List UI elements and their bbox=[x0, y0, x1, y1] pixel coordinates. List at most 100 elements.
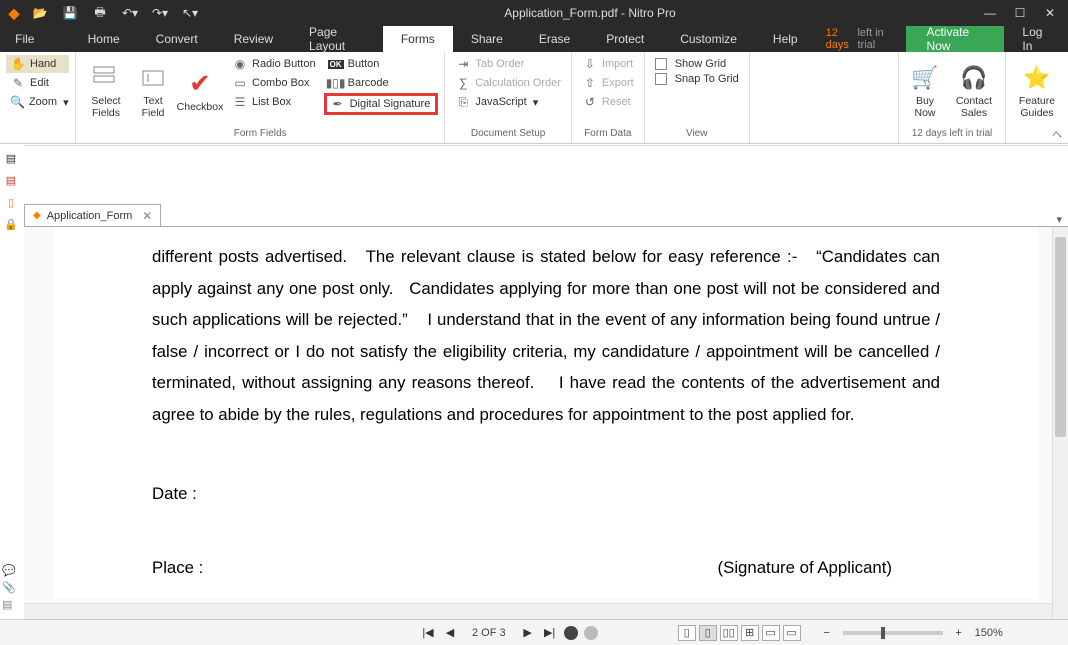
pdf-icon: ◆ bbox=[33, 210, 41, 221]
activate-button[interactable]: Activate Now bbox=[906, 26, 1004, 52]
view-width-button[interactable]: ▭ bbox=[783, 625, 801, 641]
trial-label: 12 days left in trial bbox=[905, 126, 999, 143]
text-field-button[interactable]: Text Field bbox=[134, 55, 172, 126]
snap-grid-check[interactable]: Snap To Grid bbox=[651, 72, 743, 86]
zoom-in-button[interactable]: + bbox=[951, 625, 967, 641]
reset-button: ↺Reset bbox=[578, 93, 638, 111]
menu-help[interactable]: Help bbox=[755, 26, 816, 52]
comments-panel-icon[interactable]: 💬 bbox=[2, 564, 22, 577]
next-page-button[interactable]: ▶ bbox=[520, 625, 536, 641]
save-icon[interactable]: 💾 bbox=[56, 2, 84, 24]
prev-view-button[interactable] bbox=[564, 626, 578, 640]
view-facing-button[interactable]: ▯▯ bbox=[720, 625, 738, 641]
pages-panel-icon[interactable]: ▤ bbox=[2, 149, 20, 167]
view-fit-button[interactable]: ▭ bbox=[762, 625, 780, 641]
view-grid-button[interactable]: ⊞ bbox=[741, 625, 759, 641]
zoom-slider[interactable] bbox=[843, 631, 943, 635]
zoom-level: 150% bbox=[975, 627, 1003, 639]
vertical-scrollbar[interactable] bbox=[1052, 227, 1068, 619]
tab-order-button: ⇥Tab Order bbox=[451, 55, 565, 73]
checkbox-button[interactable]: ✔ Checkbox bbox=[176, 55, 224, 126]
buy-now-button[interactable]: 🛒Buy Now bbox=[905, 55, 945, 126]
status-bar: |◀ ◀ 2 OF 3 ▶ ▶| ▯ ▯ ▯▯ ⊞ ▭ ▭ − + 150% bbox=[0, 619, 1068, 645]
menu-bar: File Home Convert Review Page Layout For… bbox=[0, 26, 1068, 52]
radio-icon: ◉ bbox=[232, 56, 248, 72]
horizontal-scrollbar[interactable] bbox=[24, 603, 1052, 619]
print-icon[interactable]: 🖶 bbox=[86, 2, 114, 24]
undo-icon[interactable]: ↶▾ bbox=[116, 2, 144, 24]
next-view-button[interactable] bbox=[584, 626, 598, 640]
cursor-icon[interactable]: ↖▾ bbox=[176, 2, 204, 24]
title-bar: ◆ 📂 💾 🖶 ↶▾ ↷▾ ↖▾ Application_Form.pdf - … bbox=[0, 0, 1068, 26]
calc-order-button: ∑Calculation Order bbox=[451, 74, 565, 92]
checkbox-icon bbox=[655, 58, 667, 70]
combo-box-button[interactable]: ▭Combo Box bbox=[228, 74, 320, 92]
menu-erase[interactable]: Erase bbox=[521, 26, 588, 52]
calc-icon: ∑ bbox=[455, 75, 471, 91]
file-menu[interactable]: File bbox=[0, 26, 50, 52]
open-icon[interactable]: 📂 bbox=[26, 2, 54, 24]
tab-close-icon[interactable]: ✕ bbox=[142, 209, 152, 223]
export-icon: ⇧ bbox=[582, 75, 598, 91]
import-button: ⇩Import bbox=[578, 55, 638, 73]
menu-share[interactable]: Share bbox=[453, 26, 521, 52]
barcode-icon: ▮▯▮ bbox=[328, 75, 344, 91]
select-fields-button[interactable]: Select Fields bbox=[82, 55, 130, 126]
minimize-button[interactable]: — bbox=[976, 2, 1004, 24]
menu-convert[interactable]: Convert bbox=[138, 26, 216, 52]
form-fields-label: Form Fields bbox=[82, 126, 438, 143]
hand-tool[interactable]: ✋Hand bbox=[6, 55, 69, 73]
output-panel-icon[interactable]: ▤ bbox=[2, 598, 22, 611]
scroll-thumb[interactable] bbox=[1055, 237, 1066, 437]
combo-icon: ▭ bbox=[232, 75, 248, 91]
menu-protect[interactable]: Protect bbox=[588, 26, 662, 52]
import-icon: ⇩ bbox=[582, 56, 598, 72]
first-page-button[interactable]: |◀ bbox=[420, 625, 436, 641]
contact-sales-button[interactable]: 🎧Contact Sales bbox=[949, 55, 999, 126]
maximize-button[interactable]: ☐ bbox=[1006, 2, 1034, 24]
login-button[interactable]: Log In bbox=[1004, 26, 1068, 52]
menu-forms[interactable]: Forms bbox=[383, 26, 453, 52]
security-panel-icon[interactable]: 🔒 bbox=[2, 215, 20, 233]
layers-panel-icon[interactable]: ▯ bbox=[2, 193, 20, 211]
prev-page-button[interactable]: ◀ bbox=[442, 625, 458, 641]
edit-tool[interactable]: ✎Edit bbox=[6, 74, 69, 92]
document-tab[interactable]: ◆ Application_Form ✕ bbox=[24, 204, 161, 226]
select-fields-icon bbox=[90, 62, 122, 94]
javascript-button[interactable]: ⎘JavaScript▾ bbox=[451, 93, 565, 111]
form-data-label: Form Data bbox=[578, 126, 638, 143]
view-single-button[interactable]: ▯ bbox=[678, 625, 696, 641]
attachments-panel-icon[interactable]: 📎 bbox=[2, 581, 22, 594]
barcode-button[interactable]: ▮▯▮Barcode bbox=[324, 74, 439, 92]
trial-indicator: 12 days left in trial bbox=[816, 26, 907, 52]
zoom-tool[interactable]: 🔍Zoom▾ bbox=[6, 93, 69, 111]
checkbox-icon bbox=[655, 73, 667, 85]
feature-guides-button[interactable]: ⭐Feature Guides bbox=[1012, 55, 1062, 126]
zoom-out-button[interactable]: − bbox=[819, 625, 835, 641]
date-label: Date : bbox=[152, 478, 940, 510]
button-icon: OK bbox=[328, 56, 344, 72]
tab-expand-button[interactable]: ▾ bbox=[1050, 213, 1068, 226]
menu-home[interactable]: Home bbox=[70, 26, 138, 52]
last-page-button[interactable]: ▶| bbox=[542, 625, 558, 641]
bookmarks-panel-icon[interactable]: ▤ bbox=[2, 171, 20, 189]
menu-review[interactable]: Review bbox=[216, 26, 291, 52]
view-continuous-button[interactable]: ▯ bbox=[699, 625, 717, 641]
button-field[interactable]: OKButton bbox=[324, 55, 439, 73]
list-box-button[interactable]: ☰List Box bbox=[228, 93, 320, 111]
close-button[interactable]: ✕ bbox=[1036, 2, 1064, 24]
headset-icon: 🎧 bbox=[958, 62, 990, 94]
signature-label: (Signature of Applicant) bbox=[718, 552, 892, 584]
digital-signature-button[interactable]: ✒Digital Signature bbox=[324, 93, 439, 115]
radio-button[interactable]: ◉Radio Button bbox=[228, 55, 320, 73]
show-grid-check[interactable]: Show Grid bbox=[651, 57, 743, 71]
nitro-logo-icon: ◆ bbox=[4, 3, 24, 23]
cart-icon: 🛒 bbox=[909, 62, 941, 94]
menu-customize[interactable]: Customize bbox=[662, 26, 755, 52]
redo-icon[interactable]: ↷▾ bbox=[146, 2, 174, 24]
reset-icon: ↺ bbox=[582, 94, 598, 110]
doc-setup-label: Document Setup bbox=[451, 126, 565, 143]
checkbox-icon: ✔ bbox=[184, 68, 216, 100]
ribbon-collapse-button[interactable]: へ bbox=[1052, 126, 1062, 141]
menu-page-layout[interactable]: Page Layout bbox=[291, 26, 383, 52]
